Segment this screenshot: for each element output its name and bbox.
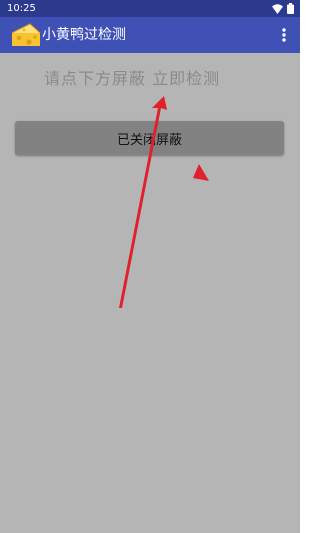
wifi-icon — [272, 3, 283, 14]
cheese-icon — [11, 23, 41, 46]
app-bar: 小黄鸭过检测 — [0, 17, 300, 53]
battery-icon — [287, 3, 294, 14]
status-icons — [272, 3, 294, 14]
instruction-text: 请点下方屏蔽 立即检测 — [44, 69, 221, 88]
status-time: 10:25 — [7, 3, 36, 14]
status-bar: 10:25 — [0, 0, 300, 17]
cursor-pointer-icon — [193, 164, 209, 181]
more-vert-icon[interactable] — [274, 25, 294, 45]
shield-toggle-button[interactable]: 已关闭屏蔽 — [15, 121, 284, 155]
app-title: 小黄鸭过检测 — [42, 27, 126, 43]
app-screen: 10:25 小黄鸭过检测 请点下方屏蔽 立即检测 已关闭屏蔽 — [0, 0, 300, 533]
